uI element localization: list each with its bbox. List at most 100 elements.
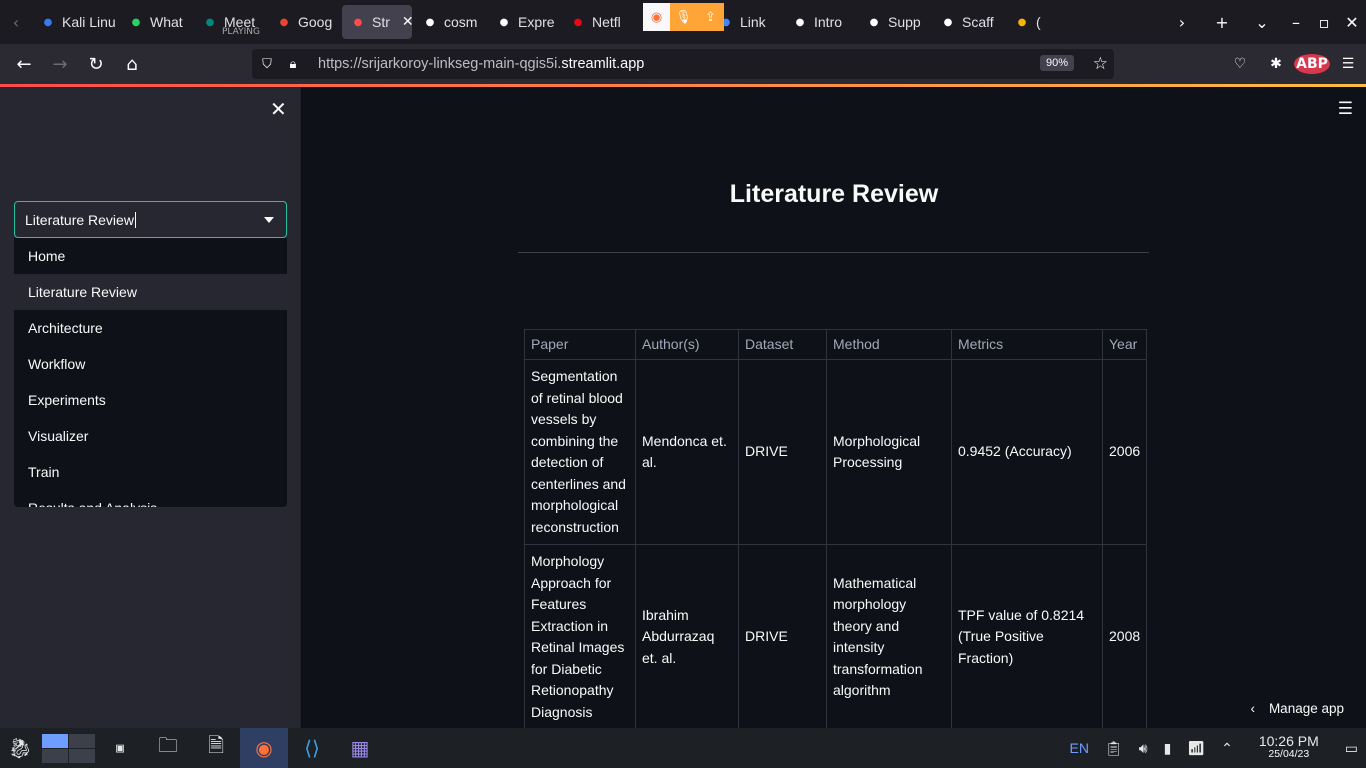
firefox-taskbar-icon[interactable]: ◉ [240, 728, 288, 768]
minimize-window-button[interactable]: – [1282, 13, 1310, 32]
forward-button[interactable]: → [42, 54, 78, 75]
text-editor-icon[interactable]: 🗎 [192, 728, 240, 768]
close-tab-icon[interactable]: ✕ [402, 14, 412, 30]
zoom-level[interactable]: 90% [1039, 55, 1074, 71]
tab[interactable]: ● Scaff [932, 5, 1004, 39]
header-metrics[interactable]: Metrics [951, 329, 1103, 360]
back-button[interactable]: ← [6, 54, 42, 75]
shield-icon[interactable]: ⛉ [256, 56, 278, 72]
dropdown-option[interactable]: Workflow [14, 346, 287, 382]
expand-tray-icon[interactable]: ⌃ [1213, 740, 1241, 757]
screen-share-icon[interactable]: ⇪ [697, 3, 724, 31]
pocket-icon[interactable]: ♡ [1222, 56, 1258, 72]
screenshot-tool-icon[interactable]: ▦ [336, 728, 384, 768]
tab-scroll-left-icon[interactable]: ‹ [0, 13, 32, 32]
tab-title: Supp [888, 14, 921, 30]
volume-icon[interactable]: 🔊︎ [1131, 740, 1156, 757]
tab[interactable]: ● Meet PLAYING [194, 5, 266, 39]
vscode-icon[interactable]: ⟨⟩ [288, 728, 336, 768]
abp-badge: ABP [1294, 54, 1330, 74]
whatsapp-icon: ● [131, 16, 141, 28]
keyboard-language[interactable]: EN [1062, 740, 1097, 756]
cell-year: 2006 [1101, 359, 1148, 545]
dropdown-option[interactable]: Experiments [14, 382, 287, 418]
url-bar[interactable]: ⛉ 🔒︎ https://srijarkoroy-linkseg-main-qg… [252, 49, 1114, 79]
adblock-plus-icon[interactable]: ABP [1294, 54, 1330, 74]
bookmark-star-icon[interactable]: ☆ [1093, 54, 1108, 74]
literature-table: Paper Author(s) Dataset Method Metrics Y… [524, 329, 1148, 728]
cell-dataset: DRIVE [738, 359, 827, 545]
tab-title: Expre [518, 14, 555, 30]
app-menu-icon[interactable]: ☰ [1330, 56, 1366, 72]
tab[interactable]: ● Kali Linu [32, 5, 118, 39]
tab[interactable]: ● Expre [488, 5, 560, 39]
manage-app-label: Manage app [1268, 701, 1344, 716]
show-desktop-icon[interactable]: ▭ [1337, 740, 1366, 757]
tab[interactable]: ● cosm [414, 5, 486, 39]
tab-subtitle: PLAYING [222, 27, 260, 37]
url-prefix: https://srijarkoroy-linkseg-main-qgis5i. [318, 56, 562, 72]
kali-menu-icon[interactable]: 🐉︎ [0, 728, 40, 768]
header-paper[interactable]: Paper [524, 329, 636, 360]
close-sidebar-icon[interactable]: ✕ [270, 97, 287, 121]
wifi-icon[interactable]: 📶︎ [1179, 740, 1213, 757]
tab[interactable]: ● Str ✕ [342, 5, 412, 39]
tab[interactable]: ● What [120, 5, 192, 39]
streamlit-icon: ● [353, 16, 363, 28]
table-row: Segmentation of retinal blood vessels by… [524, 359, 1148, 545]
url-text[interactable]: https://srijarkoroy-linkseg-main-qgis5i.… [318, 56, 644, 72]
tab-title: What [150, 14, 183, 30]
header-year[interactable]: Year [1101, 329, 1148, 360]
hamburger-menu-icon[interactable]: ☰ [1338, 99, 1353, 119]
dropdown-option[interactable]: Literature Review [14, 274, 287, 310]
dropdown-option[interactable]: Visualizer [14, 418, 287, 454]
cell-method: Morphological Processing [826, 359, 952, 545]
tab-title: Intro [814, 14, 843, 30]
close-window-button[interactable]: ✕ [1338, 13, 1366, 32]
dropdown-option[interactable]: Home [14, 238, 287, 274]
file-manager-icon[interactable]: 🗀 [144, 728, 192, 768]
text-caret [134, 211, 136, 228]
maximize-window-button[interactable]: ▫ [1310, 13, 1338, 32]
dropdown-option[interactable]: Train [14, 454, 287, 490]
page-select[interactable]: Literature Review [14, 201, 287, 238]
dropdown-option[interactable]: Results and Analysis [14, 490, 287, 507]
navigation-bar: ← → ↻ ⌂ ⛉ 🔒︎ https://srijarkoroy-linkseg… [0, 44, 1366, 84]
tab[interactable]: ●( [1006, 5, 1078, 39]
microphone-tray-icon[interactable]: ▮ [1156, 740, 1180, 757]
dropdown-option[interactable]: Architecture [14, 310, 287, 346]
cell-metrics: 0.9452 (Accuracy) [951, 359, 1103, 545]
header-authors[interactable]: Author(s) [635, 329, 739, 360]
tab-title: cosm [444, 14, 478, 30]
home-button[interactable]: ⌂ [114, 54, 150, 75]
tab-title: Link [740, 14, 766, 30]
tab[interactable]: ● Netfl [562, 5, 634, 39]
header-method[interactable]: Method [826, 329, 952, 360]
list-tabs-icon[interactable]: ⌄ [1242, 13, 1282, 32]
reload-button[interactable]: ↻ [78, 54, 114, 75]
tab-scroll-right-icon[interactable]: › [1162, 13, 1202, 32]
tab[interactable]: ● Supp [858, 5, 930, 39]
divider [518, 252, 1149, 253]
terminal-icon[interactable]: ▣ [96, 728, 144, 768]
main-content: ☰ Literature Review Paper Author(s) Data… [302, 87, 1366, 728]
manage-app-button[interactable]: ‹ Manage app [1250, 701, 1344, 716]
tab[interactable]: ● Goog [268, 5, 340, 39]
cell-dataset: DRIVE [738, 544, 827, 728]
new-tab-button[interactable]: + [1202, 13, 1242, 32]
github-icon: ● [425, 16, 435, 28]
microphone-icon[interactable]: 🎙 [670, 3, 697, 31]
chevron-down-icon[interactable] [264, 217, 274, 223]
clipboard-icon[interactable]: 📋︎ [1097, 740, 1131, 757]
slides-icon: ● [1017, 16, 1027, 28]
workspace-pager[interactable] [40, 728, 96, 768]
extension-gnome-icon[interactable]: ✱ [1258, 56, 1294, 72]
clock[interactable]: 10:26 PM 25/04/23 [1241, 733, 1337, 761]
github-icon: ● [869, 16, 879, 28]
lock-icon[interactable]: 🔒︎ [282, 56, 304, 72]
header-dataset[interactable]: Dataset [738, 329, 827, 360]
tab[interactable]: ● Intro [784, 5, 856, 39]
tab-bar: ‹ ● Kali Linu ● What ● Meet PLAYING ● Goog ● Str ✕ ●… [0, 0, 1366, 44]
clock-time: 10:26 PM [1258, 733, 1319, 749]
gc-icon: ● [795, 16, 805, 28]
